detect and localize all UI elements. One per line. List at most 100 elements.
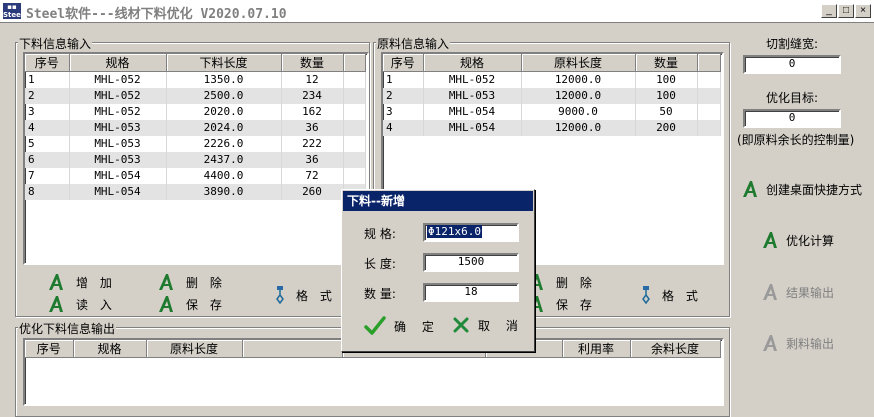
minimize-button[interactable]: _ [821, 4, 837, 18]
length-input[interactable]: 1500 [423, 253, 519, 272]
table-row[interactable]: 7 MHL-054 4400.0 72 [25, 167, 366, 184]
window-title: Steel软件---线材下料优化 V2020.07.10 [26, 7, 287, 22]
cell: 2 [383, 87, 424, 104]
table-row[interactable]: 8 MHL-054 3890.0 260 [25, 183, 366, 200]
result-output-button[interactable]: 结果输出 [760, 281, 834, 303]
raw-delete-button[interactable]: 删 除 [526, 271, 596, 293]
remnant-output-button[interactable]: 剩料输出 [760, 332, 834, 354]
target-input[interactable]: 0 [743, 109, 841, 128]
raw-format-button[interactable]: 格 式 [640, 284, 702, 306]
cancel-button[interactable]: 取 消 [452, 316, 524, 334]
col-header[interactable]: 规格 [73, 340, 147, 358]
cut-input-table[interactable]: 序号 规格 下料长度 数量 1 MHL-052 1350.0 12 2 MHL-052 2… [23, 52, 369, 265]
optimize-button[interactable]: 优化计算 [760, 229, 834, 251]
cell: 2226.0 [166, 135, 282, 152]
cell: MHL-054 [69, 167, 167, 184]
cell: 4400.0 [166, 167, 282, 184]
col-header[interactable]: 原料长度 [521, 54, 636, 72]
result-output-label: 结果输出 [786, 285, 835, 300]
qty-label: 数 量: [364, 287, 396, 301]
gray-a-icon [763, 284, 777, 300]
raw-save-label: 保 存 [556, 297, 596, 312]
cell: 4 [25, 119, 70, 136]
kerf-input[interactable]: 0 [743, 55, 841, 74]
create-shortcut-label: 创建桌面快捷方式 [766, 182, 863, 197]
ok-button[interactable]: 确 定 [364, 316, 440, 336]
col-header[interactable]: 序号 [25, 340, 74, 358]
table-row[interactable]: 4 MHL-053 2024.0 36 [25, 119, 366, 136]
col-header[interactable]: 数量 [281, 54, 344, 72]
cell: MHL-054 [423, 103, 522, 120]
col-header-blank [697, 54, 721, 72]
length-label: 长 度: [364, 257, 396, 271]
cell: 50 [635, 103, 698, 120]
col-header[interactable]: 数量 [635, 54, 698, 72]
cell: 2500.0 [166, 87, 282, 104]
table-row[interactable]: 6 MHL-053 2437.0 36 [25, 151, 366, 168]
target-hint: (即原料余长的控制量) [737, 133, 855, 147]
kerf-label: 切割缝宽: [766, 37, 819, 51]
table-row[interactable]: 3 MHL-054 9000.0 50 [383, 103, 721, 120]
col-header[interactable]: 规格 [69, 54, 167, 72]
gray-a-icon [763, 335, 777, 351]
save-button[interactable]: 保 存 [156, 293, 226, 315]
col-header[interactable]: 利用率 [562, 340, 631, 358]
table-row[interactable]: 1 MHL-052 1350.0 12 [25, 71, 366, 88]
cell: 100 [635, 87, 698, 104]
maximize-button[interactable]: □ [838, 4, 854, 18]
cell: 12000.0 [521, 119, 636, 136]
checkmark-icon [364, 316, 386, 335]
x-icon [453, 317, 469, 333]
cell: 222 [281, 135, 344, 152]
table-row[interactable]: 5 MHL-053 2226.0 222 [25, 135, 366, 152]
table-row[interactable]: 2 MHL-052 2500.0 234 [25, 87, 366, 104]
table-row[interactable]: 4 MHL-054 12000.0 200 [383, 119, 721, 136]
raw-format-label: 格 式 [662, 288, 702, 303]
cell: 12000.0 [521, 87, 636, 104]
dialog-title: 下料--新增 [343, 191, 533, 211]
cell: MHL-053 [69, 135, 167, 152]
delete-button[interactable]: 删 除 [156, 271, 226, 293]
cell: 100 [635, 71, 698, 88]
spec-input[interactable]: Φ121x6.0 [423, 223, 519, 242]
close-button[interactable]: × [855, 4, 871, 18]
col-header[interactable]: 序号 [25, 54, 70, 72]
format-button[interactable]: 格 式 [274, 284, 336, 306]
cell: 1350.0 [166, 71, 282, 88]
title-bar: ▪▪ Steel Steel软件---线材下料优化 V2020.07.10 _ □… [0, 0, 874, 23]
target-label: 优化目标: [766, 91, 819, 105]
add-button[interactable]: 增 加 [46, 271, 116, 293]
cell: 2020.0 [166, 103, 282, 120]
col-header[interactable]: 下料长度 [166, 54, 282, 72]
table-header: 序号 规格 原料长度 数量 [383, 54, 721, 72]
col-header[interactable]: 规格 [423, 54, 522, 72]
col-header[interactable]: 原料长度 [146, 340, 243, 358]
cell: 5 [25, 135, 70, 152]
cell: 1 [383, 71, 424, 88]
col-header[interactable]: 余料长度 [630, 340, 721, 358]
output-title: 优化下料信息输出 [18, 320, 117, 337]
table-row[interactable]: 3 MHL-052 2020.0 162 [25, 103, 366, 120]
ok-label: 确 定 [394, 319, 440, 334]
cell: MHL-052 [69, 87, 167, 104]
cell: 2437.0 [166, 151, 282, 168]
cell: 9000.0 [521, 103, 636, 120]
table-row[interactable]: 2 MHL-053 12000.0 100 [383, 87, 721, 104]
green-a-icon [49, 274, 63, 290]
create-shortcut-button[interactable]: 创建桌面快捷方式 [740, 178, 862, 200]
col-header[interactable]: 序号 [383, 54, 424, 72]
raw-delete-label: 删 除 [556, 275, 596, 290]
read-button[interactable]: 读 入 [46, 293, 116, 315]
cell: MHL-052 [69, 71, 167, 88]
col-header[interactable] [242, 340, 343, 358]
raw-save-button[interactable]: 保 存 [526, 293, 596, 315]
green-a-icon [743, 181, 757, 197]
table-header: 序号 规格 下料长度 数量 [25, 54, 366, 72]
spec-selected-text: Φ121x6.0 [427, 225, 482, 238]
table-row[interactable]: 1 MHL-052 12000.0 100 [383, 71, 721, 88]
qty-input[interactable]: 18 [423, 283, 519, 302]
format-brush-icon [276, 286, 284, 305]
cell: 3890.0 [166, 183, 282, 200]
cell: 12 [281, 71, 344, 88]
cell: 8 [25, 183, 70, 200]
